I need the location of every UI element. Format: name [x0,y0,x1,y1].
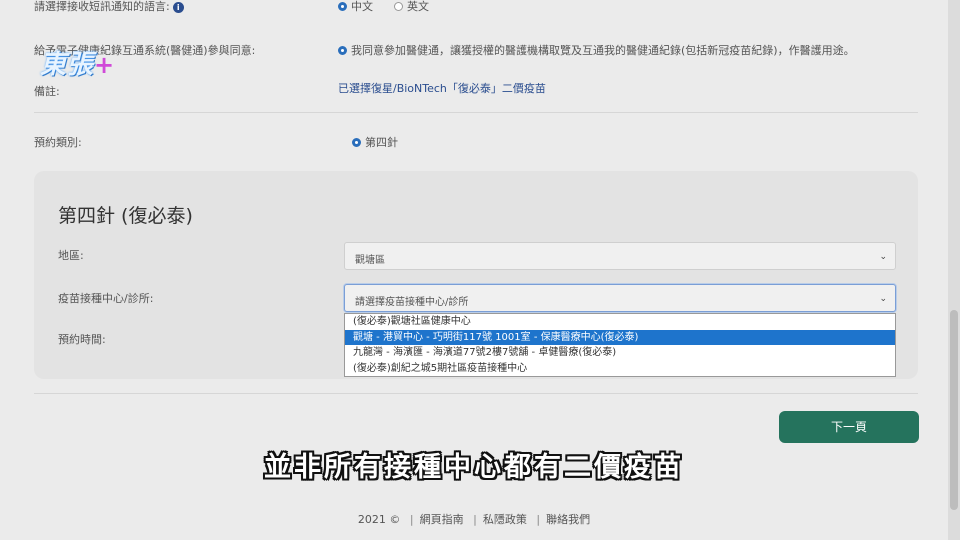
notify-language-label: 請選擇接收短訊通知的語言: i [34,0,184,14]
option-chinese-label: 中文 [351,0,373,13]
booking-type-label: 預約類別: [34,136,82,149]
centre-dropdown-list: (復必泰)觀塘社區健康中心 觀塘 - 港貿中心 - 巧明街117號 1001室 … [344,313,896,377]
next-page-button[interactable]: 下一頁 [779,411,919,443]
centre-label: 疫苗接種中心/診所: [58,292,154,305]
footer-link-contact[interactable]: 聯絡我們 [546,513,590,526]
time-label: 預約時間: [58,333,106,346]
option-english-label: 英文 [407,0,429,13]
centre-select[interactable]: 請選擇疫苗接種中心/診所 ⌄ [344,284,896,312]
divider [34,112,918,113]
notify-language-label-text: 請選擇接收短訊通知的語言: [34,0,170,13]
centre-select-placeholder: 請選擇疫苗接種中心/診所 [355,297,469,308]
chevron-down-icon: ⌄ [879,252,887,262]
footer: 2021 © | 網頁指南 | 私隱政策 | 聯絡我們 [357,513,591,526]
notify-language-options: 中文 英文 [338,0,429,14]
video-subtitle: 並非所有接種中心都有二價疫苗 [264,452,684,483]
radio-chinese[interactable] [338,2,347,11]
radio-fourth-dose[interactable] [352,138,361,147]
district-select-value: 觀塘區 [355,255,385,266]
dropdown-option-highlighted[interactable]: 觀塘 - 港貿中心 - 巧明街117號 1001室 - 保康醫療中心(復必泰) [345,329,895,345]
radio-english[interactable] [394,2,403,11]
consent-text: 我同意參加醫健通，讓獲授權的醫護機構取覽及互通我的醫健通紀錄(包括新冠疫苗紀錄)… [351,44,855,57]
info-icon[interactable]: i [172,2,184,13]
footer-copyright: 2021 © [357,513,401,526]
logo-plus: + [94,51,116,79]
card-title: 第四針 (復必泰) [58,205,193,227]
dropdown-option[interactable]: 九龍灣 - 海濱匯 - 海濱道77號2樓7號舖 - 卓健醫療(復必泰) [345,345,895,361]
consent-option: 我同意參加醫健通，讓獲授權的醫護機構取覽及互通我的醫健通紀錄(包括新冠疫苗紀錄)… [338,42,908,58]
dropdown-option[interactable]: (復必泰)創紀之城5期社區疫苗接種中心 [345,361,895,377]
logo-text: 東張 [40,50,95,80]
divider [34,393,918,394]
footer-link-guide[interactable]: 網頁指南 [420,513,464,526]
tv-logo: 東張+ [40,44,115,81]
district-label: 地區: [58,249,84,262]
remark-value: 已選擇復星/BioNTech「復必泰」二價疫苗 [338,82,546,95]
dropdown-option[interactable]: (復必泰)觀塘社區健康中心 [345,314,895,330]
remark-label: 備註: [34,85,60,98]
booking-type-option: 第四針 [352,134,398,150]
district-select[interactable]: 觀塘區 ⌄ [344,242,896,270]
fourth-dose-label: 第四針 [365,136,398,149]
radio-consent[interactable] [338,46,347,55]
scroll-thumb[interactable] [950,310,958,510]
chevron-down-icon: ⌄ [879,294,887,304]
footer-link-privacy[interactable]: 私隱政策 [483,513,527,526]
scrollbar[interactable] [948,0,960,540]
